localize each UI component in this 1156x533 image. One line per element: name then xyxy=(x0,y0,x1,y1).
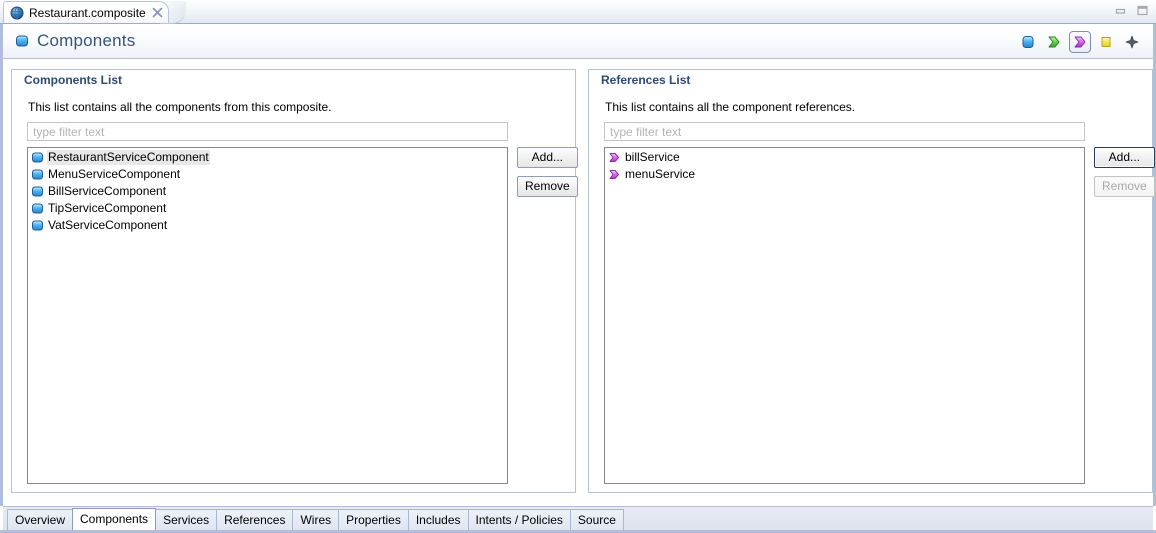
page-title: Components xyxy=(15,31,135,51)
composite-globe-icon xyxy=(10,5,24,20)
window-controls xyxy=(1113,4,1150,17)
sca-composite-editor: Restaurant.composite Components Componen… xyxy=(0,0,1156,533)
references-list-description: This list contains all the component ref… xyxy=(605,100,856,114)
tab-properties[interactable]: Properties xyxy=(338,509,409,530)
reference-chevron-icon xyxy=(608,151,621,164)
close-icon[interactable] xyxy=(151,6,164,19)
components-button-column: Add... Remove xyxy=(517,147,578,197)
toolbar-reference-tool[interactable] xyxy=(1069,30,1091,53)
list-item[interactable]: TipServiceComponent xyxy=(28,200,507,217)
references-list-section: References List This list contains all t… xyxy=(588,69,1155,493)
editor-tab-strip: Restaurant.composite xyxy=(0,0,1156,24)
list-item-label: menuService xyxy=(625,167,696,181)
component-icon xyxy=(31,168,44,181)
tab-intents-policies[interactable]: Intents / Policies xyxy=(467,509,571,530)
components-remove-button[interactable]: Remove xyxy=(517,176,578,197)
list-item-label: MenuServiceComponent xyxy=(48,167,181,181)
component-icon xyxy=(31,185,44,198)
toolbar-component-tool[interactable] xyxy=(1017,31,1039,53)
tab-overview[interactable]: Overview xyxy=(7,509,74,530)
list-item-label: BillServiceComponent xyxy=(48,184,167,198)
component-icon xyxy=(31,151,44,164)
tab-references[interactable]: References xyxy=(216,509,294,530)
form-toolbar xyxy=(1017,24,1143,59)
list-item[interactable]: BillServiceComponent xyxy=(28,183,507,200)
components-list[interactable]: RestaurantServiceComponent MenuServiceCo… xyxy=(27,147,508,484)
component-icon xyxy=(15,34,29,48)
editor-tab-label: Restaurant.composite xyxy=(29,5,146,20)
page-tab-strip: Overview Components Services References … xyxy=(3,506,1153,530)
list-item[interactable]: RestaurantServiceComponent xyxy=(28,149,507,166)
form-header: Components xyxy=(3,24,1153,59)
tab-includes[interactable]: Includes xyxy=(407,509,469,530)
list-item[interactable]: menuService xyxy=(605,166,1084,183)
editor-body: Components List This list contains all t… xyxy=(3,59,1155,503)
components-list-description: This list contains all the components fr… xyxy=(28,100,332,114)
references-list-title: References List xyxy=(598,73,694,87)
editor-tab-restaurant-composite[interactable]: Restaurant.composite xyxy=(3,1,169,23)
list-item[interactable]: MenuServiceComponent xyxy=(28,166,507,183)
components-filter-input[interactable] xyxy=(27,122,508,141)
references-list[interactable]: billService menuService xyxy=(604,147,1085,484)
tab-components[interactable]: Components xyxy=(72,508,157,530)
component-icon xyxy=(31,219,44,232)
list-item[interactable]: VatServiceComponent xyxy=(28,217,507,234)
list-item-label: billService xyxy=(625,150,680,164)
tab-wires[interactable]: Wires xyxy=(292,509,340,530)
tab-source[interactable]: Source xyxy=(569,509,624,530)
tab-services[interactable]: Services xyxy=(155,509,218,530)
list-item-label: TipServiceComponent xyxy=(48,201,167,215)
toolbar-service-tool[interactable] xyxy=(1043,31,1065,53)
references-filter-input[interactable] xyxy=(604,122,1085,141)
list-item[interactable]: billService xyxy=(605,149,1084,166)
maximize-icon[interactable] xyxy=(1135,4,1150,17)
references-button-column: Add... Remove xyxy=(1094,147,1155,197)
list-item-label: RestaurantServiceComponent xyxy=(47,150,210,165)
list-item-label: VatServiceComponent xyxy=(48,218,168,232)
page-title-label: Components xyxy=(37,31,136,50)
references-add-button[interactable]: Add... xyxy=(1094,147,1155,168)
component-icon xyxy=(31,202,44,215)
toolbar-property-tool[interactable] xyxy=(1095,31,1117,53)
components-list-section: Components List This list contains all t… xyxy=(11,69,578,493)
references-remove-button: Remove xyxy=(1094,176,1155,197)
toolbar-wire-tool[interactable] xyxy=(1121,31,1143,53)
components-add-button[interactable]: Add... xyxy=(517,147,578,168)
components-list-title: Components List xyxy=(21,73,125,87)
minimize-icon[interactable] xyxy=(1113,4,1128,17)
reference-chevron-icon xyxy=(608,168,621,181)
